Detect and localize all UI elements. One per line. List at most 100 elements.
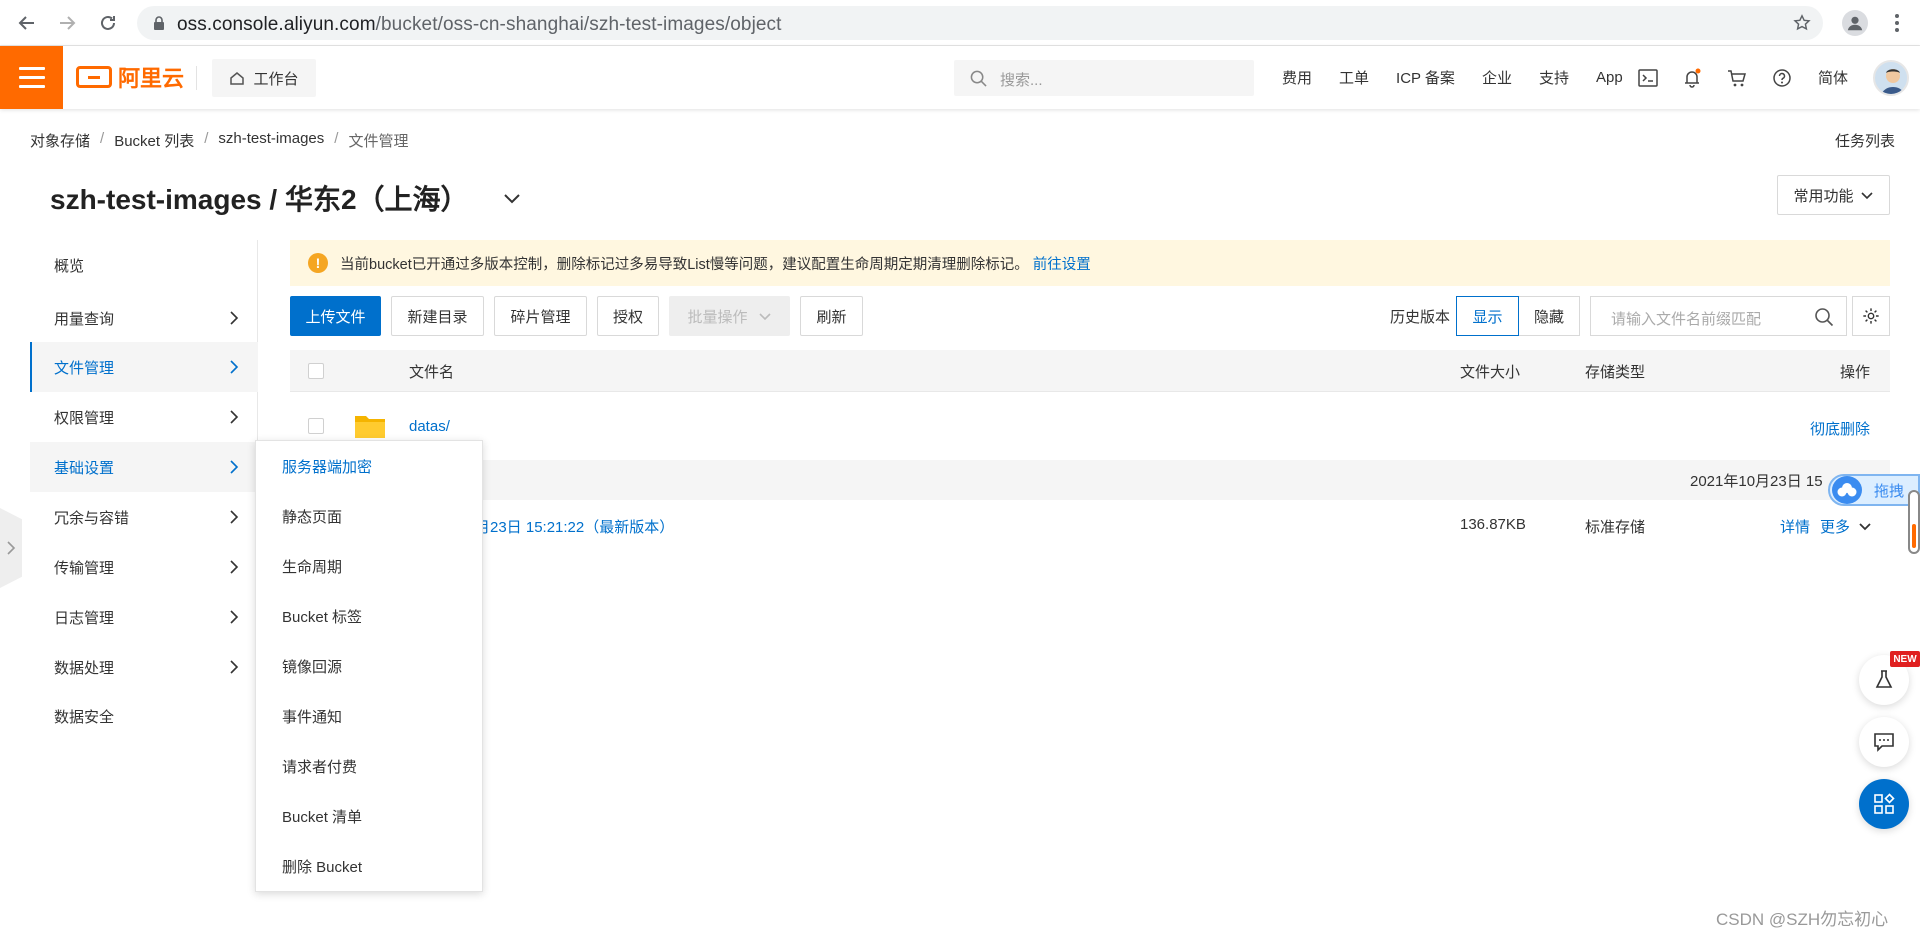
select-all-checkbox[interactable] bbox=[308, 363, 324, 379]
chevron-right-icon bbox=[230, 360, 239, 374]
sidebar-item-basic-settings[interactable]: 基础设置 bbox=[30, 442, 258, 492]
address-bar[interactable]: oss.console.aliyun.com/bucket/oss-cn-sha… bbox=[137, 6, 1823, 40]
scroll-indicator[interactable] bbox=[1908, 490, 1920, 554]
breadcrumb-oss[interactable]: 对象存储 bbox=[30, 130, 90, 151]
menu-item-label: 生命周期 bbox=[282, 558, 343, 576]
cart-icon[interactable] bbox=[1725, 66, 1749, 90]
menu-item-mirror-origin[interactable]: 镜像回源 bbox=[256, 641, 482, 691]
sidebar: 概览 用量查询 文件管理 权限管理 基础设置 冗余与容错 传输管理 日志管理 数… bbox=[30, 240, 258, 740]
divider bbox=[196, 66, 197, 90]
forward-arrow-icon[interactable] bbox=[56, 12, 78, 34]
storage-type: 标准存储 bbox=[1585, 519, 1646, 536]
search-placeholder: 搜索... bbox=[1000, 72, 1043, 89]
link-app[interactable]: App bbox=[1596, 69, 1623, 86]
star-bookmark-icon[interactable] bbox=[1793, 14, 1811, 32]
gear-icon bbox=[1863, 308, 1879, 324]
menu-item-lifecycle[interactable]: 生命周期 bbox=[256, 541, 482, 591]
header-storage-type[interactable]: 存储类型 bbox=[1585, 361, 1645, 382]
floating-drag-tag[interactable]: 拖拽 bbox=[1828, 474, 1920, 506]
refresh-button[interactable]: 刷新 bbox=[800, 296, 863, 336]
notice-settings-link[interactable]: 前往设置 bbox=[1033, 253, 1091, 274]
chevron-down-icon[interactable] bbox=[500, 186, 524, 210]
bell-icon[interactable] bbox=[1680, 66, 1704, 90]
menu-item-static-page[interactable]: 静态页面 bbox=[256, 491, 482, 541]
row-checkbox[interactable] bbox=[308, 418, 324, 434]
history-show-toggle[interactable]: 显示 bbox=[1456, 296, 1519, 336]
history-hide-toggle[interactable]: 隐藏 bbox=[1518, 296, 1580, 336]
console-topbar: 阿里云 工作台 搜索... 费用 工单 ICP 备案 企业 支持 App 简体 bbox=[0, 46, 1920, 109]
folder-name-link[interactable]: datas/ bbox=[409, 418, 450, 435]
warning-icon: ! bbox=[308, 253, 328, 273]
hamburger-menu-icon[interactable] bbox=[0, 46, 63, 109]
menu-item-delete-bucket[interactable]: 删除 Bucket bbox=[256, 841, 482, 891]
profile-icon[interactable] bbox=[1842, 10, 1868, 36]
sidebar-item-permissions[interactable]: 权限管理 bbox=[30, 392, 258, 442]
sidebar-item-label: 文件管理 bbox=[54, 359, 115, 377]
link-support[interactable]: 支持 bbox=[1539, 67, 1569, 88]
menu-item-label: 删除 Bucket bbox=[282, 858, 363, 876]
version-name-link[interactable]: 月23日 15:21:22（最新版本） bbox=[475, 516, 674, 537]
reload-icon[interactable] bbox=[97, 12, 119, 34]
menu-item-bucket-tags[interactable]: Bucket 标签 bbox=[256, 591, 482, 641]
more-link[interactable]: 更多 bbox=[1820, 516, 1850, 537]
settings-button[interactable] bbox=[1852, 296, 1890, 336]
terminal-icon[interactable] bbox=[1636, 66, 1660, 90]
page-title: szh-test-images / 华东2（上海） bbox=[50, 184, 469, 215]
chat-button[interactable] bbox=[1859, 717, 1909, 767]
notice-text: 当前bucket已开通过多版本控制，删除标记过多易导致List慢等问题，建议配置… bbox=[340, 256, 1029, 273]
search-icon[interactable] bbox=[1814, 307, 1834, 327]
sidebar-item-data-security[interactable]: 数据安全 bbox=[30, 691, 258, 741]
authorize-button[interactable]: 授权 bbox=[597, 296, 659, 336]
common-functions-button[interactable]: 常用功能 bbox=[1777, 175, 1890, 215]
sidebar-item-usage[interactable]: 用量查询 bbox=[30, 293, 258, 343]
workbench-button[interactable]: 工作台 bbox=[212, 59, 316, 97]
chevron-down-icon[interactable] bbox=[1858, 519, 1872, 533]
sidebar-item-files[interactable]: 文件管理 bbox=[30, 342, 258, 392]
menu-item-label: 静态页面 bbox=[282, 508, 343, 526]
hide-label: 隐藏 bbox=[1533, 308, 1564, 326]
collapse-handle[interactable] bbox=[0, 508, 22, 588]
back-arrow-icon[interactable] bbox=[16, 12, 38, 34]
breadcrumb-separator: / bbox=[100, 130, 105, 147]
link-tickets[interactable]: 工单 bbox=[1339, 67, 1369, 88]
menu-item-requester-pays[interactable]: 请求者付费 bbox=[256, 741, 482, 791]
header-filename[interactable]: 文件名 bbox=[409, 361, 454, 382]
table-row: datas/ 彻底删除 bbox=[290, 400, 1890, 460]
sidebar-item-transfer[interactable]: 传输管理 bbox=[30, 542, 258, 592]
browser-menu-icon[interactable] bbox=[1886, 12, 1908, 34]
delete-permanently-link[interactable]: 彻底删除 bbox=[1810, 418, 1870, 439]
fragments-button[interactable]: 碎片管理 bbox=[494, 296, 587, 336]
avatar[interactable] bbox=[1873, 60, 1909, 96]
search-input[interactable]: 搜索... bbox=[954, 60, 1254, 96]
top-links: 费用 工单 ICP 备案 企业 支持 App bbox=[1282, 46, 1650, 109]
link-enterprise[interactable]: 企业 bbox=[1482, 67, 1512, 88]
chevron-right-icon bbox=[230, 560, 239, 574]
filename-filter-input[interactable]: 请输入文件名前缀匹配 bbox=[1590, 296, 1847, 336]
batch-operations-button[interactable]: 批量操作 bbox=[669, 296, 790, 336]
link-icp[interactable]: ICP 备案 bbox=[1396, 67, 1455, 88]
help-icon[interactable] bbox=[1770, 66, 1794, 90]
aliyun-logo[interactable]: 阿里云 bbox=[76, 62, 184, 92]
new-directory-button[interactable]: 新建目录 bbox=[391, 296, 484, 336]
menu-item-server-encryption[interactable]: 服务器端加密 bbox=[256, 441, 482, 491]
upload-button[interactable]: 上传文件 bbox=[290, 296, 381, 336]
sidebar-item-overview[interactable]: 概览 bbox=[30, 240, 258, 290]
apps-button[interactable] bbox=[1859, 779, 1909, 829]
link-fees[interactable]: 费用 bbox=[1282, 67, 1312, 88]
menu-item-label: Bucket 清单 bbox=[282, 808, 363, 826]
sidebar-item-logs[interactable]: 日志管理 bbox=[30, 592, 258, 642]
breadcrumb-bucket-list[interactable]: Bucket 列表 bbox=[114, 130, 194, 151]
breadcrumb-bucket[interactable]: szh-test-images bbox=[218, 130, 324, 151]
details-link[interactable]: 详情 bbox=[1780, 516, 1810, 537]
task-list-link[interactable]: 任务列表 bbox=[1835, 130, 1895, 151]
header-actions: 操作 bbox=[1839, 364, 1870, 381]
sidebar-item-data-processing[interactable]: 数据处理 bbox=[30, 642, 258, 692]
menu-item-event-notification[interactable]: 事件通知 bbox=[256, 691, 482, 741]
chevron-down-icon bbox=[1860, 192, 1873, 200]
menu-item-bucket-inventory[interactable]: Bucket 清单 bbox=[256, 791, 482, 841]
header-filesize[interactable]: 文件大小 bbox=[1460, 361, 1520, 382]
breadcrumb-separator: / bbox=[204, 130, 209, 147]
menu-item-label: Bucket 标签 bbox=[282, 608, 363, 626]
language-switch[interactable]: 简体 bbox=[1818, 67, 1848, 88]
sidebar-item-redundancy[interactable]: 冗余与容错 bbox=[30, 492, 258, 542]
